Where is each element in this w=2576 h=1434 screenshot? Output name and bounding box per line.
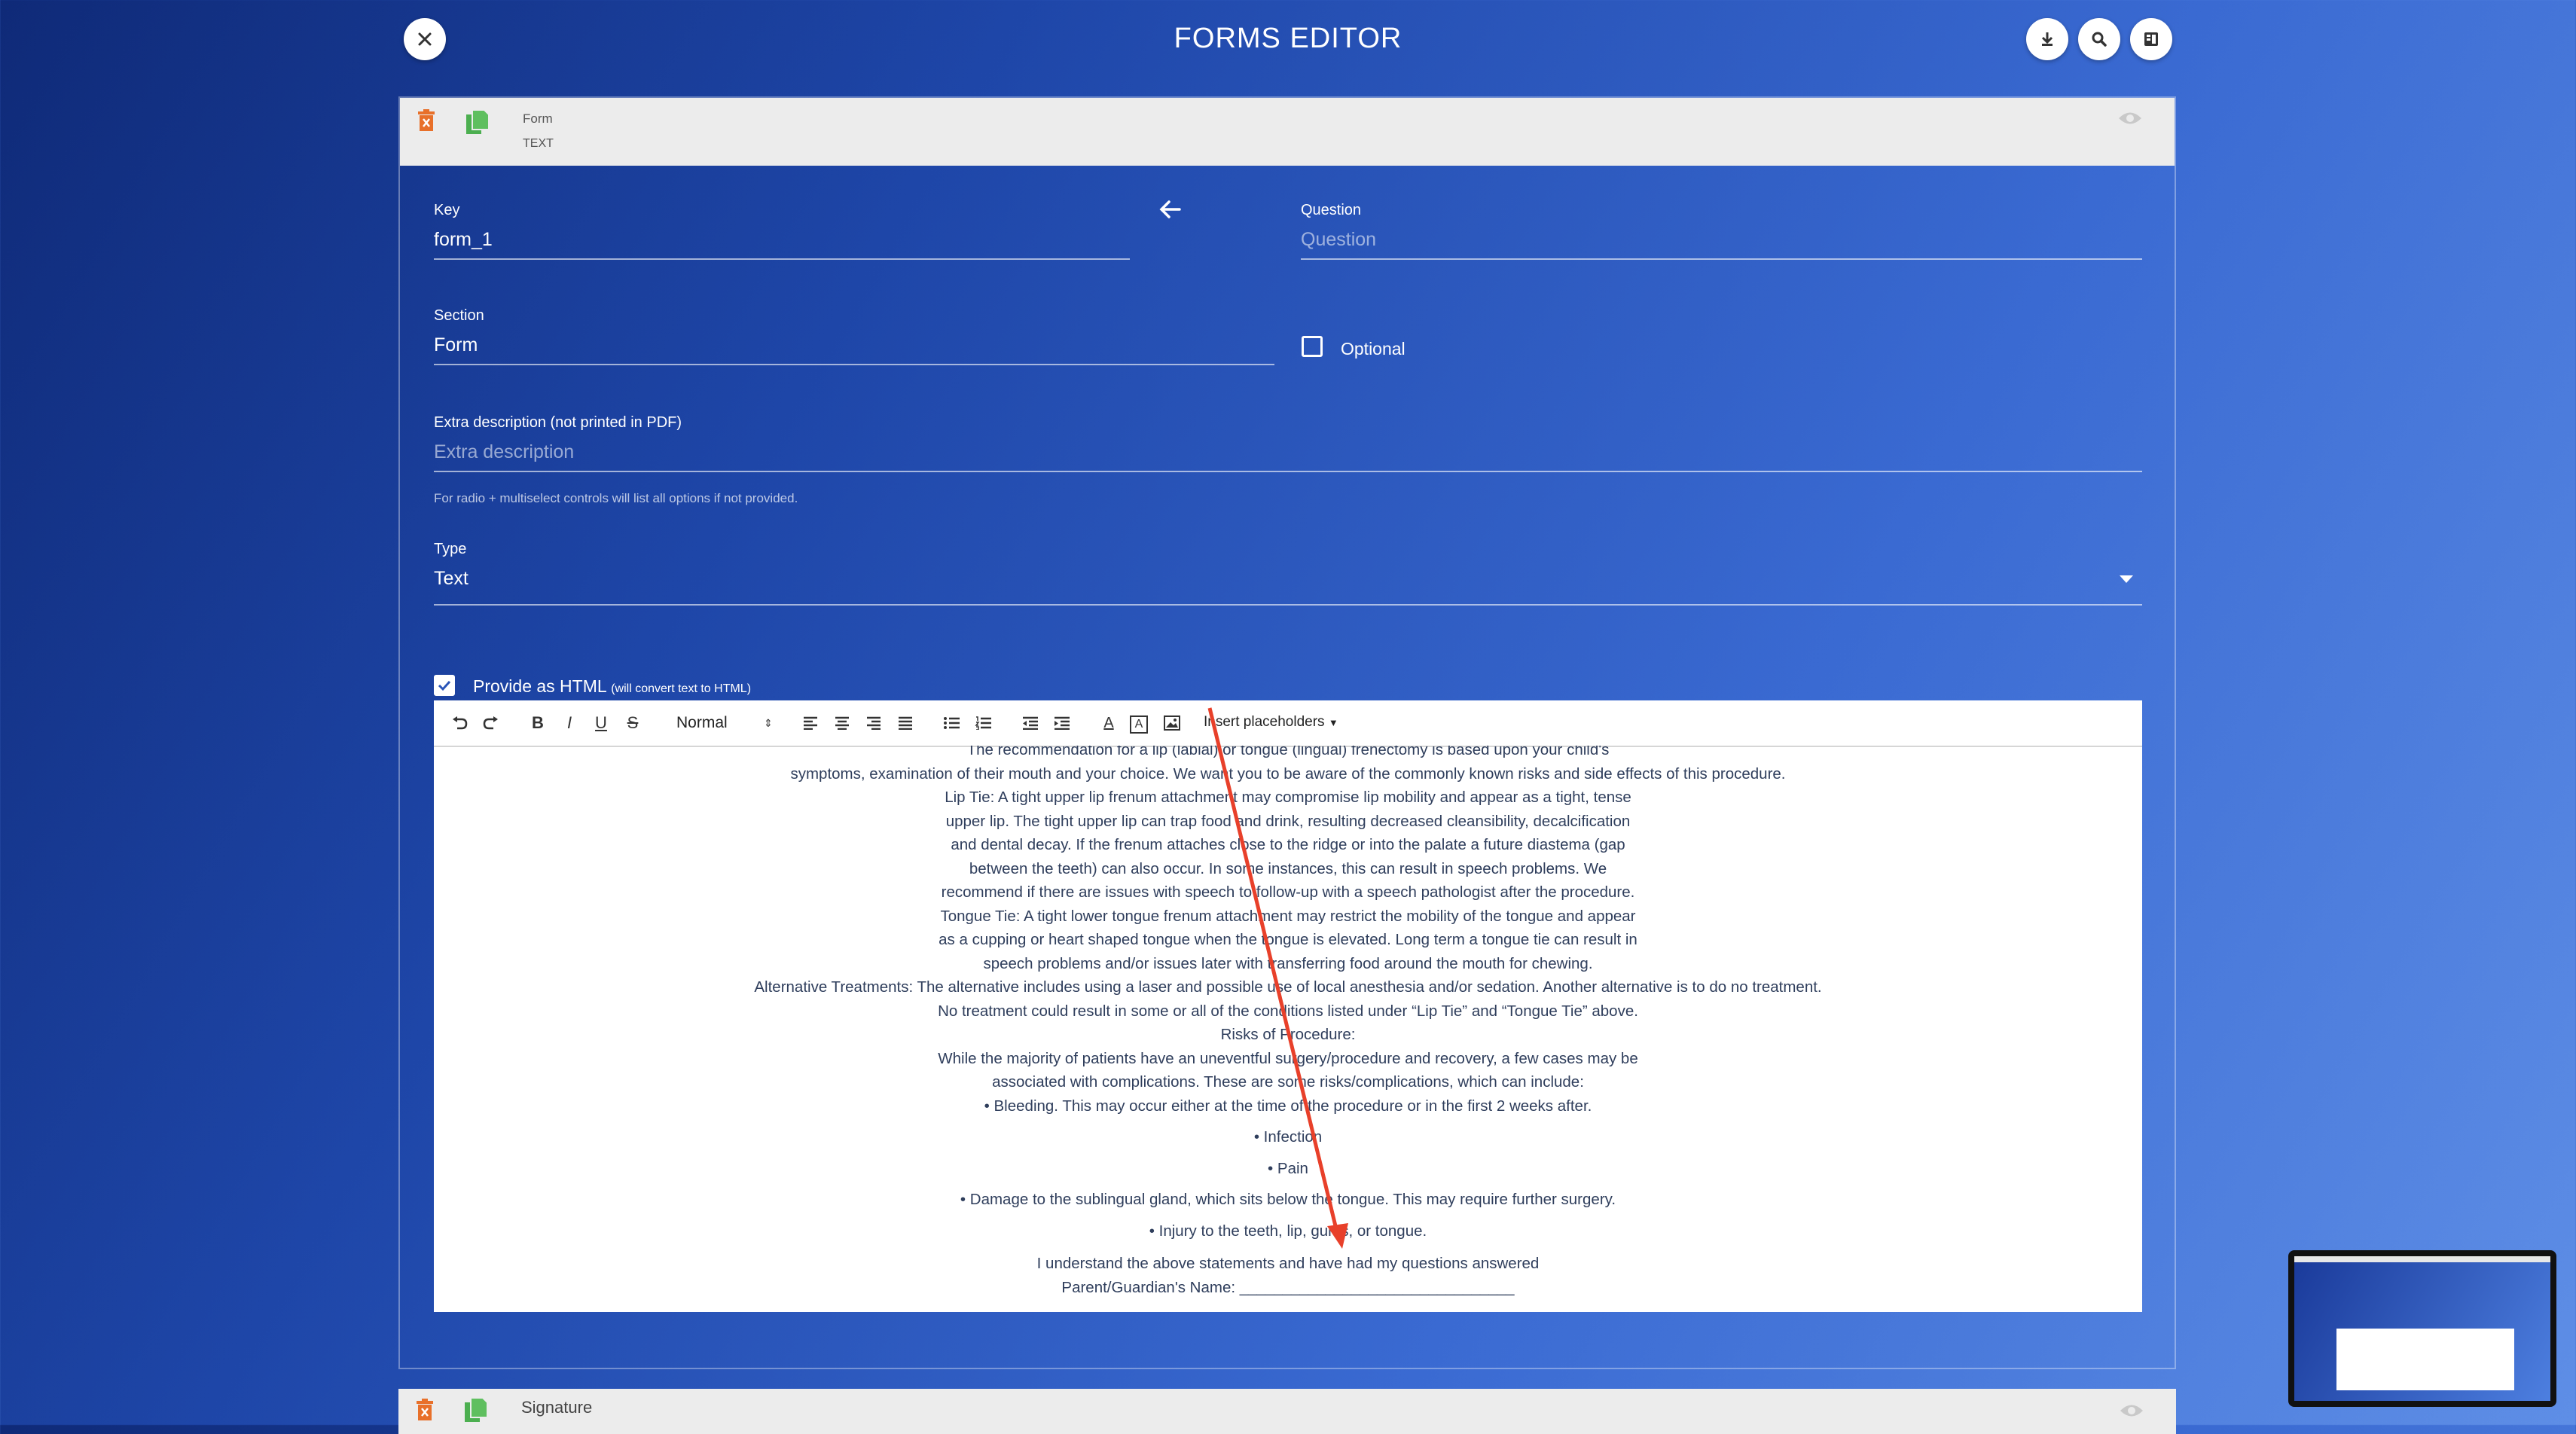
underline-icon[interactable]: U bbox=[591, 712, 612, 734]
undo-icon[interactable] bbox=[449, 712, 470, 734]
panel-header-type: TEXT bbox=[523, 137, 554, 150]
editor-line: associated with complications. These are… bbox=[992, 1073, 1584, 1091]
provide-html-label-group: Provide as HTML (will convert text to HT… bbox=[473, 676, 751, 697]
close-button[interactable] bbox=[404, 18, 446, 60]
type-select-value: Text bbox=[434, 568, 469, 589]
outdent-icon[interactable] bbox=[1020, 712, 1041, 734]
minimap-editor-preview bbox=[2336, 1329, 2514, 1390]
editor-line: Tongue Tie: A tight lower tongue frenum … bbox=[940, 907, 1636, 925]
editor-line: between the teeth) can also occur. In so… bbox=[969, 859, 1607, 877]
editor-line: Risks of Procedure: bbox=[1220, 1026, 1356, 1043]
editor-line: The recommendation for a lip (labial) or… bbox=[966, 746, 1610, 758]
format-select-arrows-icon[interactable]: ⇕ bbox=[758, 712, 779, 734]
redo-icon[interactable] bbox=[481, 712, 502, 734]
editor-line: symptoms, examination of their mouth and… bbox=[790, 764, 1786, 783]
editor-line: • Infection bbox=[1253, 1128, 1323, 1146]
minimap-bar bbox=[2294, 1256, 2550, 1262]
search-icon bbox=[2092, 32, 2107, 47]
editor-toolbar: B I U S Normal ⇕ A A Insert placeholders… bbox=[434, 700, 2142, 747]
text-format-value: Normal bbox=[676, 714, 728, 731]
minimap-viewport bbox=[2294, 1256, 2550, 1401]
layout-button[interactable] bbox=[2130, 18, 2172, 60]
editor-line: as a cupping or heart shaped tongue when… bbox=[939, 931, 1637, 948]
key-label: Key bbox=[434, 202, 460, 218]
align-justify-icon[interactable] bbox=[895, 712, 916, 734]
panel-header[interactable]: Form TEXT bbox=[400, 98, 2175, 166]
editor-line: Parent/Guardian's Name: ________________… bbox=[1061, 1278, 1515, 1296]
provide-html-note: (will convert text to HTML) bbox=[611, 682, 752, 695]
provide-html-checkbox[interactable] bbox=[434, 675, 455, 696]
insert-placeholders-label: Insert placeholders bbox=[1204, 714, 1325, 730]
background-color-icon[interactable]: A bbox=[1130, 715, 1148, 734]
text-color-icon[interactable]: A bbox=[1098, 712, 1119, 734]
caret-down-icon: ▼ bbox=[1328, 717, 1338, 728]
extra-description-hint: For radio + multiselect controls will li… bbox=[434, 491, 798, 505]
close-icon bbox=[418, 32, 432, 46]
editor-line: • Injury to the teeth, lip, gums, or ton… bbox=[1149, 1222, 1427, 1240]
editor-line: speech problems and/or issues later with… bbox=[983, 954, 1593, 972]
image-icon[interactable] bbox=[1161, 712, 1183, 734]
align-left-icon[interactable] bbox=[800, 712, 821, 734]
editor-line: • Pain bbox=[1268, 1159, 1308, 1177]
layout-icon bbox=[2144, 32, 2158, 46]
editor-line: While the majority of patients have an u… bbox=[938, 1049, 1638, 1067]
download-button[interactable] bbox=[2026, 18, 2068, 60]
arrow-left-icon[interactable] bbox=[1158, 199, 1181, 220]
editor-line: No treatment could result in some or all… bbox=[938, 1002, 1638, 1020]
align-center-icon[interactable] bbox=[832, 712, 853, 734]
section-input[interactable] bbox=[434, 334, 1274, 365]
signature-panel-header[interactable]: Signature bbox=[398, 1389, 2176, 1434]
question-label: Question bbox=[1301, 202, 1362, 218]
editor-line: I understand the above statements and ha… bbox=[1036, 1255, 1540, 1272]
insert-placeholders-dropdown[interactable]: Insert placeholders ▼ bbox=[1204, 714, 1338, 731]
trash-icon[interactable] bbox=[417, 108, 436, 133]
signature-panel-name: Signature bbox=[521, 1398, 593, 1417]
bullet-list-icon[interactable] bbox=[942, 712, 963, 734]
editor-line: • Damage to the sublingual gland, which … bbox=[960, 1191, 1616, 1208]
rich-text-editor[interactable]: B I U S Normal ⇕ A A Insert placeholders… bbox=[434, 700, 2142, 1312]
trash-icon[interactable] bbox=[415, 1398, 435, 1422]
copy-icon[interactable] bbox=[465, 108, 490, 136]
search-button[interactable] bbox=[2078, 18, 2120, 60]
editor-line: recommend if there are issues with speec… bbox=[941, 883, 1635, 901]
optional-label: Optional bbox=[1341, 339, 1406, 358]
numbered-list-icon[interactable] bbox=[973, 712, 994, 734]
page-minimap[interactable] bbox=[2288, 1250, 2556, 1407]
editor-content[interactable]: The recommendation for a lip (labial) or… bbox=[434, 746, 2142, 1312]
text-format-select[interactable]: Normal bbox=[676, 714, 728, 732]
align-right-icon[interactable] bbox=[863, 712, 884, 734]
bold-icon[interactable]: B bbox=[527, 712, 548, 734]
extra-description-label: Extra description (not printed in PDF) bbox=[434, 414, 682, 431]
editor-line: and dental decay. If the frenum attaches… bbox=[951, 836, 1625, 853]
checkmark-icon bbox=[438, 680, 451, 691]
editor-line: Lip Tie: A tight upper lip frenum attach… bbox=[945, 789, 1631, 806]
section-label: Section bbox=[434, 307, 484, 324]
eye-icon[interactable] bbox=[2119, 1402, 2144, 1419]
question-input[interactable] bbox=[1301, 229, 2142, 260]
indent-icon[interactable] bbox=[1051, 712, 1073, 734]
chevron-down-icon[interactable] bbox=[2120, 575, 2133, 583]
editor-line: upper lip. The tight upper lip can trap … bbox=[945, 812, 1631, 830]
page-title: FORMS EDITOR bbox=[1174, 23, 1402, 54]
strikethrough-icon[interactable]: S bbox=[622, 712, 643, 734]
extra-description-input[interactable] bbox=[434, 441, 2142, 472]
italic-icon[interactable]: I bbox=[559, 712, 580, 734]
download-icon bbox=[2041, 32, 2053, 46]
optional-checkbox[interactable] bbox=[1302, 336, 1323, 357]
provide-html-label: Provide as HTML bbox=[473, 676, 606, 696]
type-label: Type bbox=[434, 541, 467, 557]
editor-line: • Bleeding. This may occur either at the… bbox=[984, 1097, 1592, 1115]
eye-icon[interactable] bbox=[2117, 110, 2143, 127]
key-input[interactable] bbox=[434, 229, 1130, 260]
copy-icon[interactable] bbox=[463, 1396, 489, 1423]
editor-line: Alternative Treatments: The alternative … bbox=[754, 978, 1822, 996]
panel-header-name: Form bbox=[523, 111, 553, 126]
type-select[interactable]: Text bbox=[434, 568, 2142, 606]
